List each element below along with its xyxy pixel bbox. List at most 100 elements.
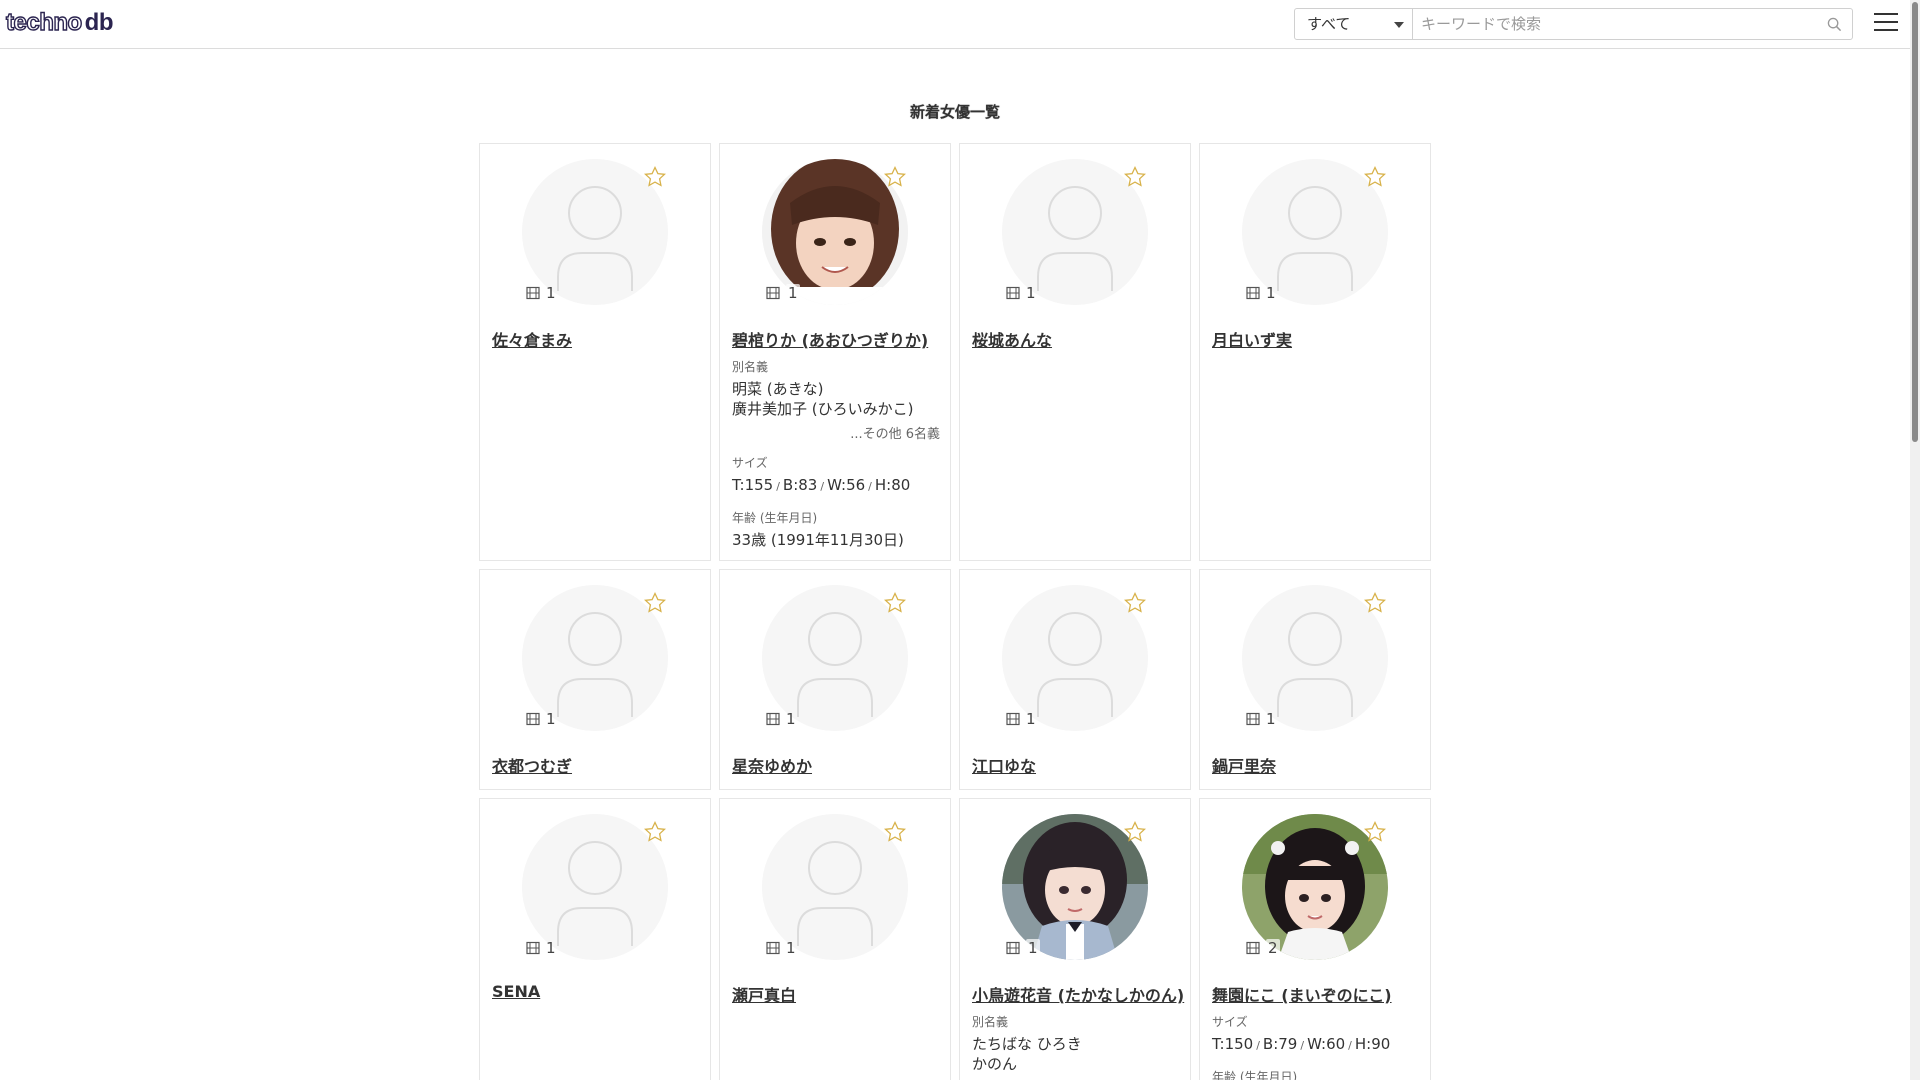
actress-card: 1 瀬戸真白	[719, 798, 951, 1080]
actress-card: 2 舞園にこ (まいぞのにこ) サイズ T:150/B:79/W:60/H:90…	[1199, 798, 1431, 1080]
video-count-value: 1	[546, 710, 556, 728]
actress-name-link[interactable]: 佐々倉まみ	[492, 327, 572, 351]
actress-name-link[interactable]: 桜城あんな	[972, 327, 1052, 351]
actress-card: 1 衣都つむぎ	[479, 569, 711, 790]
star-icon[interactable]	[883, 591, 907, 615]
actress-card: 1 月白いず実	[1199, 143, 1431, 561]
star-icon[interactable]	[1363, 591, 1387, 615]
actress-card: 1 SENA	[479, 798, 711, 1080]
film-icon	[766, 712, 780, 726]
star-icon[interactable]	[1123, 820, 1147, 844]
actress-name-link[interactable]: 星奈ゆめか	[732, 753, 812, 777]
search-category-select[interactable]: すべて	[1295, 9, 1413, 39]
actress-details: 別名義 たちばな ひろき かのん	[972, 1013, 1180, 1080]
video-count-value: 1	[1266, 710, 1276, 728]
video-count-value: 2	[1266, 939, 1280, 957]
actress-name-link[interactable]: 月白いず実	[1212, 327, 1292, 351]
video-count: 1	[1246, 284, 1276, 302]
video-count-value: 1	[1026, 284, 1036, 302]
film-icon	[1006, 286, 1020, 300]
video-count-value: 1	[786, 710, 796, 728]
actress-card: 1 佐々倉まみ	[479, 143, 711, 561]
video-count: 1	[766, 710, 796, 728]
video-count: 1	[1006, 284, 1036, 302]
actress-card: 1 碧棺りか (あおひつぎりか) 別名義 明菜 (あきな) 廣井美加子 (ひろい…	[719, 143, 951, 561]
search-bar: すべて	[1294, 8, 1853, 40]
actress-name-link[interactable]: 瀬戸真白	[732, 982, 796, 1006]
actress-card: 1 星奈ゆめか	[719, 569, 951, 790]
alias-item: かのん	[972, 1055, 1018, 1073]
alias-item: 廣井美加子 (ひろいみかこ)	[732, 400, 914, 418]
film-icon	[766, 286, 780, 300]
film-icon	[1246, 286, 1260, 300]
actress-name-link[interactable]: 小鳥遊花音 (たかなしかのん)	[972, 982, 1184, 1006]
star-icon[interactable]	[643, 165, 667, 189]
scrollbar-thumb[interactable]	[1912, 2, 1918, 442]
actress-name-link[interactable]: 碧棺りか (あおひつぎりか)	[732, 327, 928, 351]
video-count-value: 1	[786, 939, 796, 957]
video-count-value: 1	[786, 284, 800, 302]
alias-more-link[interactable]: ...その他 6名義	[732, 423, 940, 442]
search-input[interactable]	[1413, 9, 1852, 39]
video-count-value: 1	[1026, 939, 1040, 957]
actress-name-link[interactable]: 舞園にこ (まいぞのにこ)	[1212, 982, 1392, 1006]
alias-label: 別名義	[732, 360, 769, 374]
film-icon	[526, 286, 540, 300]
alias-item: たちばな ひろき	[972, 1035, 1082, 1053]
star-icon[interactable]	[1363, 165, 1387, 189]
actress-name-link[interactable]: 衣都つむぎ	[492, 753, 572, 777]
film-icon	[766, 941, 780, 955]
alias-item: 明菜 (あきな)	[732, 380, 824, 398]
star-icon[interactable]	[883, 165, 907, 189]
logo-text-db: db	[84, 9, 114, 36]
film-icon	[1246, 941, 1260, 955]
star-icon[interactable]	[883, 820, 907, 844]
size-value: T:155/B:83/W:56/H:80	[732, 476, 911, 494]
page-scrollbar[interactable]	[1910, 0, 1920, 1080]
video-count: 2	[1246, 939, 1280, 957]
video-count: 1	[1006, 710, 1036, 728]
video-count: 1	[766, 284, 800, 302]
video-count-value: 1	[1026, 710, 1036, 728]
star-icon[interactable]	[1123, 591, 1147, 615]
age-value: 33歳 (1991年11月30日)	[732, 531, 904, 549]
site-logo[interactable]: techno db	[5, 8, 114, 38]
star-icon[interactable]	[643, 591, 667, 615]
film-icon	[526, 941, 540, 955]
star-icon[interactable]	[1363, 820, 1387, 844]
film-icon	[526, 712, 540, 726]
actress-name-link[interactable]: SENA	[492, 982, 540, 1001]
logo-text-techno: techno	[5, 8, 83, 36]
actress-name-link[interactable]: 江口ゆな	[972, 753, 1036, 777]
search-category-value: すべて	[1307, 15, 1351, 33]
page-title: 新着女優一覧	[909, 103, 1000, 121]
chevron-down-icon	[1394, 22, 1404, 28]
age-label: 年齢 (生年月日)	[1212, 1070, 1298, 1080]
search-icon[interactable]	[1827, 17, 1842, 32]
video-count: 1	[1006, 939, 1040, 957]
actress-card: 1 江口ゆな	[959, 569, 1191, 790]
film-icon	[1006, 712, 1020, 726]
alias-label: 別名義	[972, 1015, 1009, 1029]
actress-details: 別名義 明菜 (あきな) 廣井美加子 (ひろいみかこ) ...その他 6名義 サ…	[732, 358, 940, 562]
top-navbar: techno db すべて	[0, 0, 1910, 49]
film-icon	[1246, 712, 1260, 726]
star-icon[interactable]	[1123, 165, 1147, 189]
star-icon[interactable]	[643, 820, 667, 844]
video-count-value: 1	[546, 284, 556, 302]
hamburger-menu-icon[interactable]	[1874, 13, 1898, 35]
video-count: 1	[526, 939, 556, 957]
actress-card: 1 鍋戸里奈	[1199, 569, 1431, 790]
actress-name-link[interactable]: 鍋戸里奈	[1212, 753, 1276, 777]
actress-card: 1 桜城あんな	[959, 143, 1191, 561]
size-value: T:150/B:79/W:60/H:90	[1212, 1035, 1391, 1053]
video-count: 1	[1246, 710, 1276, 728]
film-icon	[1006, 941, 1020, 955]
actress-details: サイズ T:150/B:79/W:60/H:90 年齢 (生年月日)	[1212, 1013, 1420, 1080]
video-count: 1	[526, 284, 556, 302]
age-label: 年齢 (生年月日)	[732, 511, 818, 525]
actress-card: 1 小鳥遊花音 (たかなしかのん) 別名義 たちばな ひろき かのん	[959, 798, 1191, 1080]
video-count: 1	[766, 939, 796, 957]
size-label: サイズ	[1212, 1015, 1248, 1029]
video-count-value: 1	[546, 939, 556, 957]
